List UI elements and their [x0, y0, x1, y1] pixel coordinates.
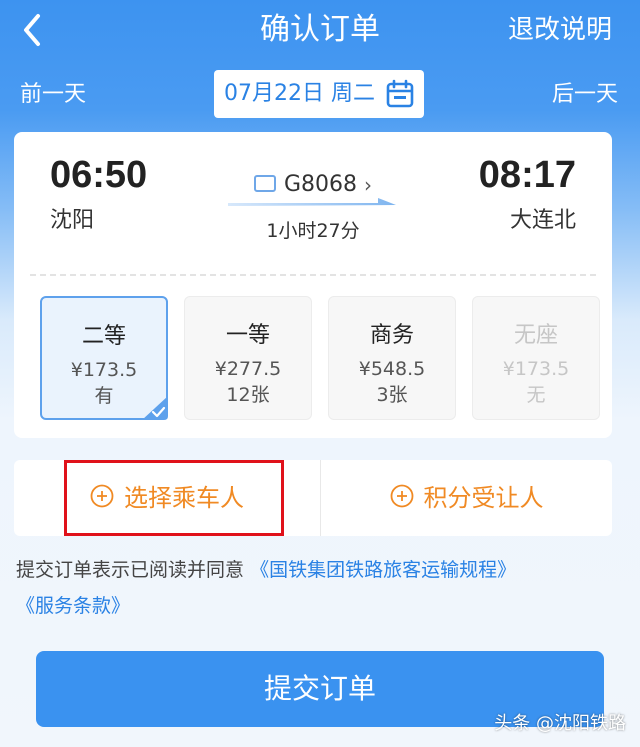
seat-name: 商务 — [369, 323, 414, 348]
depart-time: 06:50 — [50, 154, 148, 196]
arrive-time: 08:17 — [478, 154, 576, 196]
date-label: 07月22日 周二 — [224, 81, 375, 106]
check-icon — [142, 396, 168, 420]
seat-price: ¥173.5 — [70, 359, 138, 381]
seat-availability: 无 — [526, 384, 546, 406]
agreement-text: 提交订单表示已阅读并同意 《国铁集团铁路旅客运输规程》《服务条款》 — [16, 552, 616, 624]
calendar-icon — [386, 79, 414, 109]
divider — [30, 274, 596, 276]
travel-duration: 1小时27分 — [266, 220, 360, 242]
seat-option-business[interactable]: 商务 ¥548.5 3张 — [328, 296, 456, 420]
arrive-station: 大连北 — [509, 208, 576, 233]
next-day-button[interactable]: 后一天 — [552, 78, 618, 112]
terms-link[interactable]: 《服务条款》 — [16, 595, 130, 617]
seat-option-second-class[interactable]: 二等 ¥173.5 有 — [40, 296, 168, 420]
watermark: 头条 @沈阳铁路 — [494, 713, 626, 734]
refund-change-policy-link[interactable]: 退改说明 — [508, 10, 612, 50]
seat-option-no-seat: 无座 ¥173.5 无 — [472, 296, 600, 420]
highlight-box — [64, 460, 284, 536]
prev-day-button[interactable]: 前一天 — [20, 78, 86, 112]
points-transferee-label: 积分受让人 — [423, 484, 544, 512]
points-transferee-button[interactable]: 积分受让人 — [321, 460, 612, 536]
date-picker[interactable]: 07月22日 周二 — [214, 70, 424, 118]
direction-arrow — [228, 196, 398, 210]
seat-name: 无座 — [513, 323, 558, 348]
id-card-icon — [254, 175, 276, 192]
seat-name: 一等 — [225, 323, 270, 348]
agreement-prefix: 提交订单表示已阅读并同意 — [16, 559, 245, 581]
seat-price: ¥277.5 — [214, 358, 282, 380]
seat-availability: 3张 — [376, 384, 408, 406]
rules-link[interactable]: 《国铁集团铁路旅客运输规程》 — [250, 559, 516, 581]
seat-price: ¥548.5 — [358, 358, 426, 380]
depart-station: 沈阳 — [50, 208, 95, 233]
seat-option-first-class[interactable]: 一等 ¥277.5 12张 — [184, 296, 312, 420]
seat-availability: 12张 — [226, 384, 270, 406]
trip-card: 06:50 沈阳 G8068 › 1小时27分 08:17 大连北 二等 ¥17… — [14, 132, 612, 438]
seat-price: ¥173.5 — [502, 358, 570, 380]
seat-name: 二等 — [81, 324, 126, 349]
plus-circle-icon — [390, 484, 414, 512]
